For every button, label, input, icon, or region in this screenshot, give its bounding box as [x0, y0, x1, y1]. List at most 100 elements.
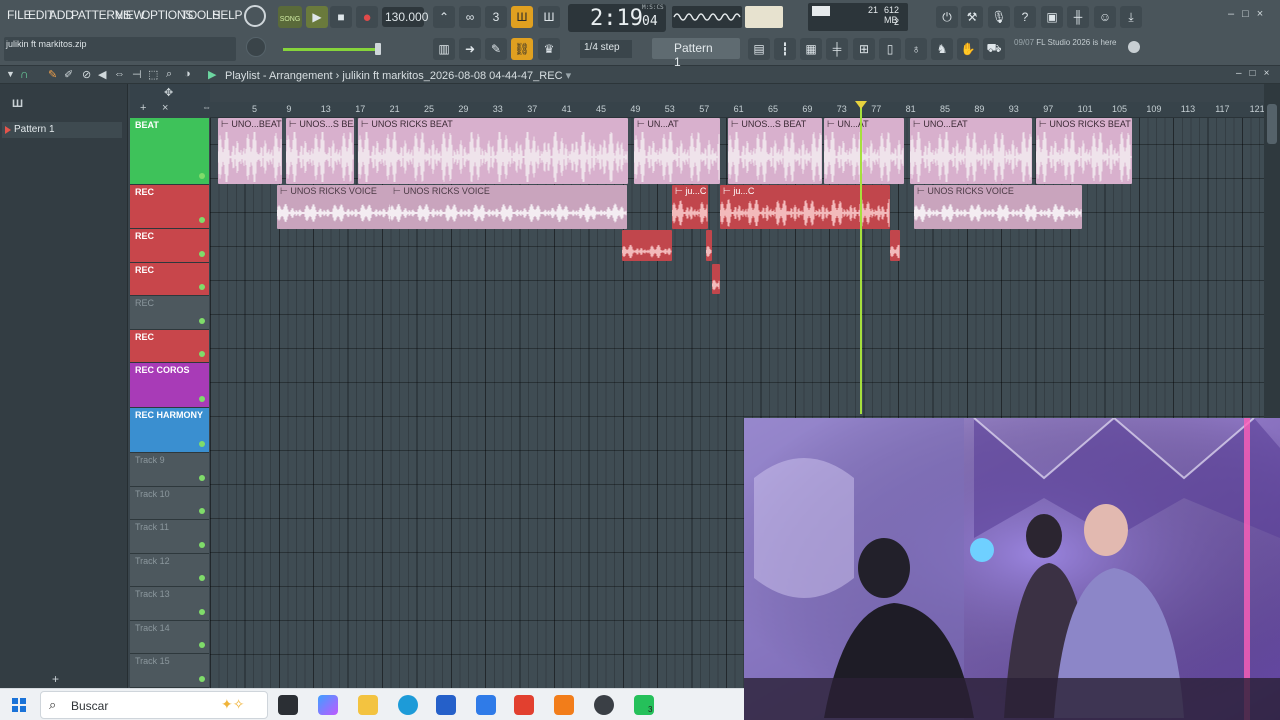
mic-icon[interactable]: 🎙: [988, 6, 1010, 28]
audio-clip[interactable]: ⊢ UNO...BEAT: [218, 118, 282, 184]
audio-clip[interactable]: ⊢ UN...AT: [824, 118, 904, 184]
delete-icon[interactable]: ⊘: [82, 68, 91, 81]
mixer-view-icon[interactable]: ╪: [826, 38, 848, 60]
record-mode-icon[interactable]: [244, 5, 266, 27]
audio-clip[interactable]: ⊢ UNOS...S BEAT: [286, 118, 354, 184]
file-explorer-icon[interactable]: [358, 695, 378, 715]
playlist-window-controls[interactable]: ‒□×: [1236, 68, 1277, 79]
plugin-icon[interactable]: ▯: [879, 38, 901, 60]
edge-browser-icon[interactable]: [398, 695, 418, 715]
picker-icon[interactable]: Ш: [12, 98, 23, 110]
track-enable-icon[interactable]: [199, 217, 205, 223]
track-enable-icon[interactable]: [199, 396, 205, 402]
track-enable-icon[interactable]: [199, 441, 205, 447]
help-icon[interactable]: ?: [1014, 6, 1036, 28]
wait-input-icon[interactable]: ∞: [459, 6, 481, 28]
master-pitch-knob[interactable]: [246, 37, 266, 57]
select-icon[interactable]: ⬚: [148, 68, 158, 81]
hand-icon[interactable]: ✋: [957, 38, 979, 60]
taskbar-search[interactable]: ⌕ Buscar ✦✧: [40, 691, 268, 719]
window-controls[interactable]: ‒□×: [1228, 8, 1271, 20]
obs-icon[interactable]: [594, 695, 614, 715]
track-header[interactable]: REC COROS: [130, 363, 209, 408]
windows-start-icon[interactable]: [12, 698, 26, 712]
mute-icon[interactable]: ◀: [98, 68, 106, 81]
track-header[interactable]: Track 10: [130, 487, 209, 520]
add-pattern-icon[interactable]: +: [52, 672, 59, 686]
track-enable-icon[interactable]: [199, 642, 205, 648]
tempo-field[interactable]: 130.000: [382, 7, 428, 27]
save-icon[interactable]: ▣: [1041, 6, 1063, 28]
playlist-icon[interactable]: ▤: [748, 38, 770, 60]
volume-slider-handle[interactable]: [375, 43, 381, 55]
audio-clip[interactable]: ⊢ UNO...EAT: [910, 118, 1032, 184]
close-track-icon[interactable]: ×: [162, 102, 168, 114]
piano-roll-icon[interactable]: ▦: [800, 38, 822, 60]
record-button[interactable]: ●: [356, 6, 378, 28]
globe-icon[interactable]: [1128, 41, 1140, 53]
track-header[interactable]: Track 14: [130, 621, 209, 654]
track-enable-icon[interactable]: [199, 542, 205, 548]
channel-rack-icon[interactable]: ┇: [774, 38, 796, 60]
stop-button[interactable]: ■: [330, 6, 352, 28]
countdown-icon[interactable]: 3: [485, 6, 507, 28]
time-display[interactable]: 2:19 04 M:S:CS: [568, 4, 666, 32]
arrow-icon[interactable]: ➜: [459, 38, 481, 60]
audio-clip[interactable]: ⊢ UNOS RICKS BEAT: [1036, 118, 1132, 184]
track-enable-icon[interactable]: [199, 318, 205, 324]
track-scroll-icon[interactable]: ✥: [164, 86, 173, 99]
menu-add[interactable]: ADD: [49, 8, 74, 22]
pattern-list-item[interactable]: Pattern 1: [2, 122, 122, 138]
add-track-icon[interactable]: +: [140, 102, 146, 114]
audio-clip[interactable]: [706, 230, 712, 261]
piano-icon[interactable]: ▥: [433, 38, 455, 60]
track-enable-icon[interactable]: [199, 508, 205, 514]
brave-browser-icon[interactable]: [514, 695, 534, 715]
track-enable-icon[interactable]: [199, 173, 205, 179]
stamp-icon[interactable]: ♛: [538, 38, 560, 60]
audio-clip[interactable]: ⊢ ju...C: [672, 185, 708, 229]
track-enable-icon[interactable]: [199, 676, 205, 682]
audio-clip[interactable]: [622, 230, 672, 261]
track-header[interactable]: Track 12: [130, 554, 209, 587]
copilot-icon[interactable]: [318, 695, 338, 715]
task-view-icon[interactable]: [278, 695, 298, 715]
fl-studio-icon[interactable]: [554, 695, 574, 715]
audio-clip[interactable]: [712, 264, 720, 294]
slice-icon[interactable]: ⊣: [132, 68, 142, 81]
magnet-icon[interactable]: ∩: [20, 67, 29, 81]
person-icon[interactable]: ♞: [931, 38, 953, 60]
mail-icon[interactable]: [476, 695, 496, 715]
timeline-ruler[interactable]: 5 9 13 17 21 25 29 33 37 41 45 49 53 57 61 65 69 73 77 81 85…: [210, 102, 1265, 118]
audio-clip[interactable]: ⊢ UN...AT: [634, 118, 720, 184]
mixer-icon[interactable]: ╫: [1067, 6, 1089, 28]
track-header[interactable]: Track 11: [130, 520, 209, 554]
audio-clip[interactable]: ⊢ UNOS...S BEAT: [728, 118, 822, 184]
tools-icon[interactable]: ⚒: [961, 6, 983, 28]
pencil-icon[interactable]: ✎: [48, 68, 57, 81]
step-edit-icon[interactable]: Ш: [511, 6, 533, 28]
browser-icon[interactable]: ⊞: [853, 38, 875, 60]
play-button[interactable]: ▶: [306, 6, 328, 28]
store-icon[interactable]: [436, 695, 456, 715]
track-header[interactable]: REC: [130, 263, 209, 296]
track-enable-icon[interactable]: [199, 609, 205, 615]
audio-clip[interactable]: ⊢ UNOS RICKS VOICE: [390, 185, 627, 229]
playback-icon[interactable]: ◑: [184, 68, 191, 80]
track-enable-icon[interactable]: [199, 251, 205, 257]
loop-record-icon[interactable]: Ш: [538, 6, 560, 28]
track-enable-icon[interactable]: [199, 284, 205, 290]
playlist-menu-icon[interactable]: ▼: [6, 69, 15, 79]
news-panel[interactable]: 09/07 FL Studio 2026 is here: [1014, 38, 1126, 48]
chat-icon[interactable]: ☺: [1094, 6, 1116, 28]
play-arrow-icon[interactable]: ▶: [208, 68, 216, 81]
track-header[interactable]: REC: [130, 185, 209, 229]
scrollbar-thumb[interactable]: [1267, 104, 1277, 144]
track-header[interactable]: Track 13: [130, 587, 209, 621]
audio-clip[interactable]: [890, 230, 900, 261]
track-enable-icon[interactable]: [199, 575, 205, 581]
playhead-line[interactable]: [860, 102, 862, 414]
pattern-selector[interactable]: Pattern 1: [652, 38, 740, 69]
track-header[interactable]: REC: [130, 330, 209, 363]
track-header[interactable]: REC: [130, 296, 209, 330]
